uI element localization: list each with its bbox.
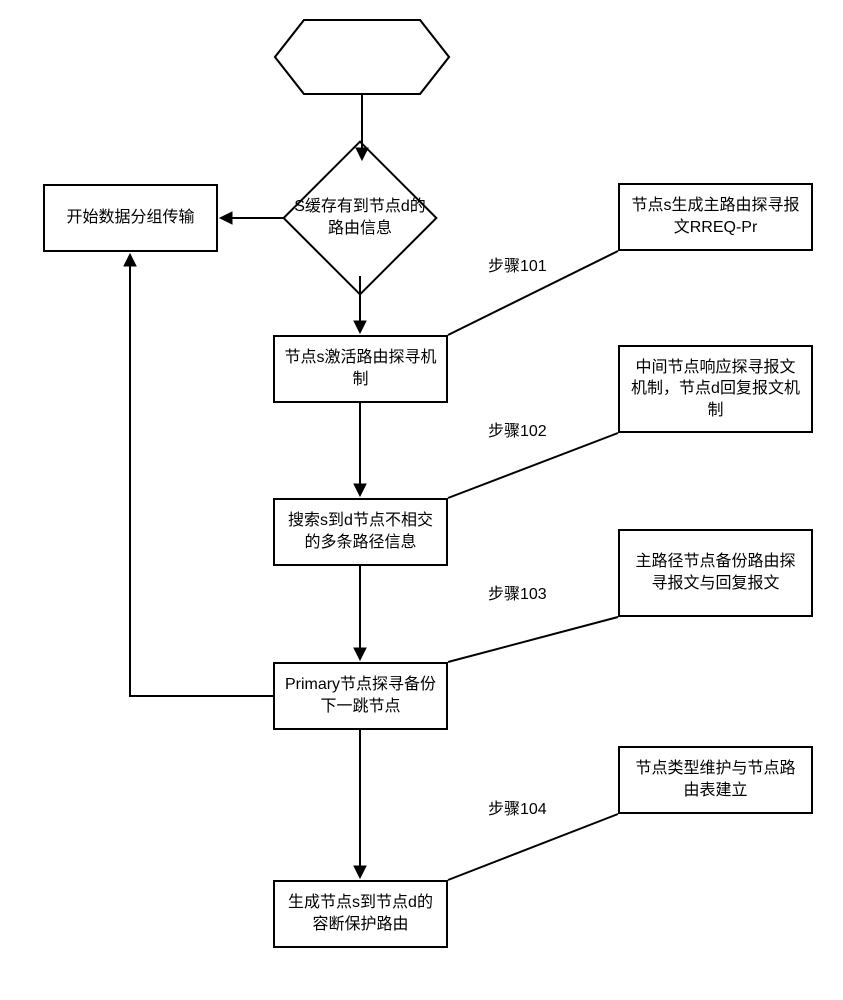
note-1-node: 节点s生成主路由探寻报文RREQ-Pr <box>618 183 813 251</box>
note-3-node: 主路径节点备份路由探寻报文与回复报文 <box>618 529 813 617</box>
process-2-label: 搜索s到d节点不相交的多条路径信息 <box>283 510 438 553</box>
note-2-node: 中间节点响应探寻报文机制，节点d回复报文机制 <box>618 345 813 433</box>
step-104-label: 步骤104 <box>488 795 547 819</box>
process-3-node: Primary节点探寻备份下一跳节点 <box>273 662 448 730</box>
process-4-node: 生成节点s到节点d的容断保护路由 <box>273 880 448 948</box>
step-103-label: 步骤103 <box>488 580 547 604</box>
left-process-node: 开始数据分组传输 <box>43 184 218 252</box>
process-1-label: 节点s激活路由探寻机制 <box>283 347 438 390</box>
process-2-node: 搜索s到d节点不相交的多条路径信息 <box>273 498 448 566</box>
note-2-label: 中间节点响应探寻报文机制，节点d回复报文机制 <box>628 357 803 422</box>
process-1-node: 节点s激活路由探寻机制 <box>273 335 448 403</box>
start-node-label: 节点s到节点d的通信请求 <box>282 36 442 79</box>
left-process-label: 开始数据分组传输 <box>66 207 194 229</box>
flowchart-canvas: 节点s到节点d的通信请求 S缓存有到节点d的路由信息 开始数据分组传输 节点s激… <box>0 0 843 1000</box>
process-4-label: 生成节点s到节点d的容断保护路由 <box>283 892 438 935</box>
step-101-label: 步骤101 <box>488 252 547 276</box>
process-3-label: Primary节点探寻备份下一跳节点 <box>283 674 438 717</box>
step-102-label: 步骤102 <box>488 417 547 441</box>
hexagon-start-shape <box>275 20 449 94</box>
note-4-label: 节点类型维护与节点路由表建立 <box>628 758 803 801</box>
decision-node <box>282 140 438 296</box>
note-3-label: 主路径节点备份路由探寻报文与回复报文 <box>628 551 803 594</box>
note-1-label: 节点s生成主路由探寻报文RREQ-Pr <box>628 195 803 238</box>
note-4-node: 节点类型维护与节点路由表建立 <box>618 746 813 814</box>
